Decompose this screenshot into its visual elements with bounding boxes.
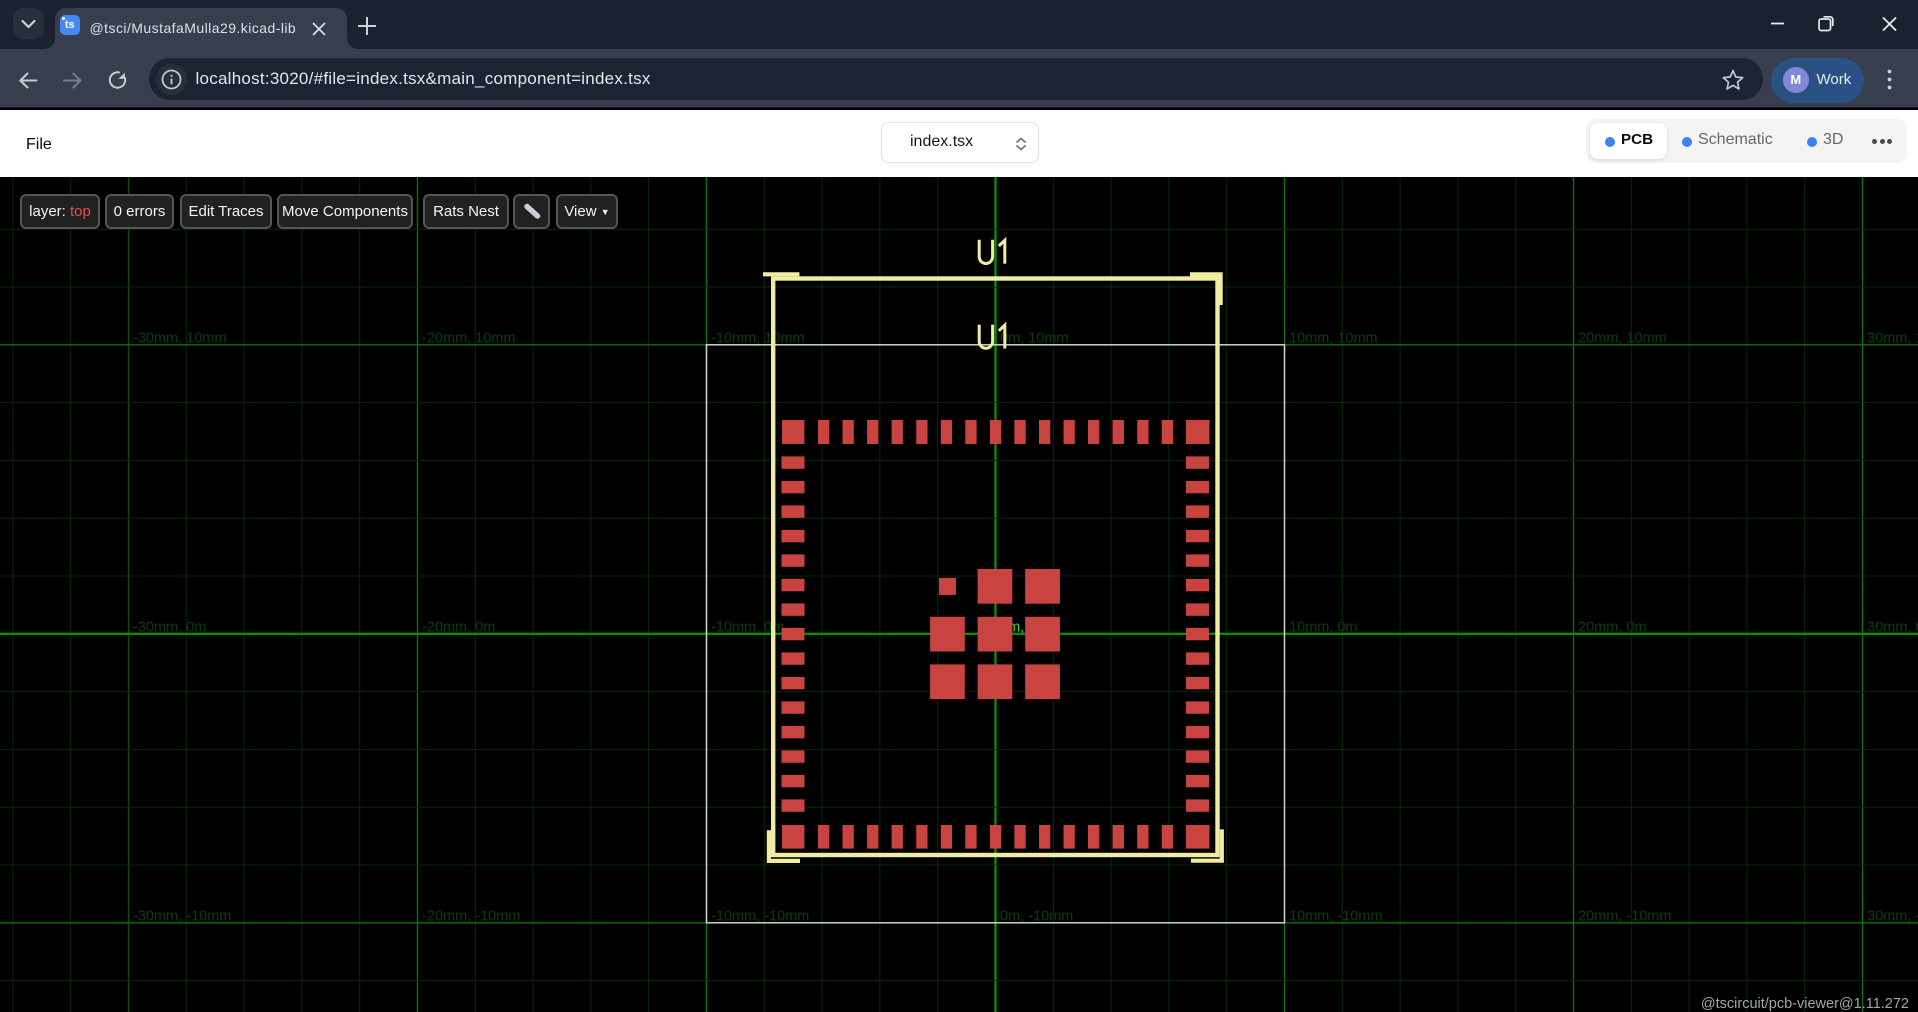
svg-text:30mm, -10mm: 30mm, -10mm: [1867, 908, 1918, 924]
svg-text:10mm, -10mm: 10mm, -10mm: [1289, 908, 1382, 924]
svg-text:-20mm, 10mm: -20mm, 10mm: [422, 330, 515, 346]
svg-text:-20mm, -10mm: -20mm, -10mm: [422, 908, 520, 924]
svg-text:30mm, 0m: 30mm, 0m: [1867, 619, 1918, 635]
svg-text:30mm, 10mm: 30mm, 10mm: [1867, 330, 1918, 346]
svg-text:10mm, 0m: 10mm, 0m: [1289, 619, 1358, 635]
svg-text:-10mm, -10mm: -10mm, -10mm: [711, 908, 809, 924]
svg-text:-20mm, 0m: -20mm, 0m: [422, 619, 495, 635]
svg-text:-10mm, 10mm: -10mm, 10mm: [711, 330, 804, 346]
svg-text:-30mm, -10mm: -30mm, -10mm: [133, 908, 231, 924]
svg-text:0m, -10mm: 0m, -10mm: [1000, 908, 1073, 924]
svg-text:20mm, 0m: 20mm, 0m: [1578, 619, 1647, 635]
svg-text:10mm, 10mm: 10mm, 10mm: [1289, 330, 1378, 346]
svg-text:-30mm, 0m: -30mm, 0m: [133, 619, 206, 635]
svg-text:-30mm, 10mm: -30mm, 10mm: [133, 330, 226, 346]
svg-text:0m, 10mm: 0m, 10mm: [1000, 330, 1069, 346]
svg-text:20mm, 10mm: 20mm, 10mm: [1578, 330, 1667, 346]
svg-text:20mm, -10mm: 20mm, -10mm: [1578, 908, 1671, 924]
